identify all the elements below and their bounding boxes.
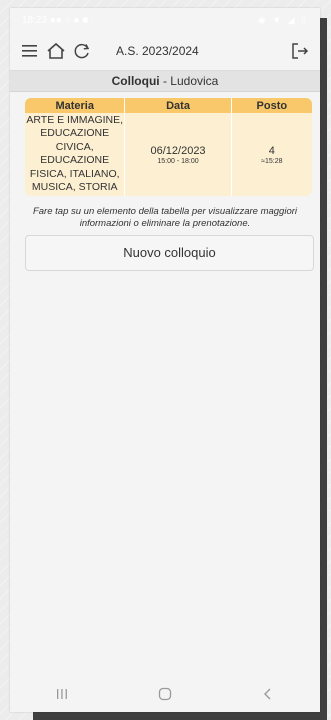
status-time: 18:23 ●● ○ ● ■ · [22, 14, 95, 26]
cell-posto: 4 ≈15:28 [231, 113, 312, 197]
school-year-title: A.S. 2023/2024 [116, 44, 199, 58]
recent-apps-icon[interactable] [42, 682, 82, 706]
cell-time-range: 15:00 - 18:00 [157, 157, 199, 165]
table-row[interactable]: ARTE E IMMAGINE, EDUCAZIONE CIVICA, EDUC… [25, 113, 312, 197]
cell-position: 4 [268, 144, 275, 157]
refresh-icon[interactable] [70, 39, 94, 63]
column-header-data: Data [125, 98, 232, 113]
page-title-section: Colloqui [111, 74, 160, 88]
column-header-materia: Materia [25, 98, 126, 113]
phone-screen: 18:23 ●● ○ ● ■ · ◉ ▼ ◢ ▯ A.S. 2023/2024 … [10, 8, 320, 712]
cell-estimated-time: ≈15:28 [261, 157, 283, 165]
cell-data: 06/12/2023 15:00 - 18:00 [125, 113, 232, 197]
android-nav-bar [10, 676, 320, 712]
app-toolbar: A.S. 2023/2024 [10, 32, 320, 71]
new-meeting-button[interactable]: Nuovo colloquio [25, 235, 314, 272]
info-text: Fare tap su un elemento della tabella pe… [32, 206, 298, 230]
cell-materia: ARTE E IMMAGINE, EDUCAZIONE CIVICA, EDUC… [25, 113, 126, 197]
logout-icon[interactable] [288, 39, 312, 63]
bookings-table-wrap: Materia Data Posto ARTE E IMMAGINE, EDUC… [25, 98, 312, 197]
back-icon[interactable] [248, 682, 288, 706]
menu-icon[interactable] [18, 39, 42, 63]
page-title: Colloqui - Ludovica [10, 71, 320, 92]
home-icon[interactable] [44, 39, 68, 63]
status-bar: 18:23 ●● ○ ● ■ · ◉ ▼ ◢ ▯ [10, 8, 320, 32]
column-header-posto: Posto [231, 98, 312, 113]
home-button-icon[interactable] [145, 682, 185, 706]
bookings-table: Materia Data Posto ARTE E IMMAGINE, EDUC… [25, 98, 312, 197]
status-icons: ◉ ▼ ◢ ▯ [257, 14, 308, 25]
page-title-student: - Ludovica [159, 74, 219, 88]
cell-date: 06/12/2023 [150, 144, 206, 157]
table-header-row: Materia Data Posto [25, 98, 312, 113]
